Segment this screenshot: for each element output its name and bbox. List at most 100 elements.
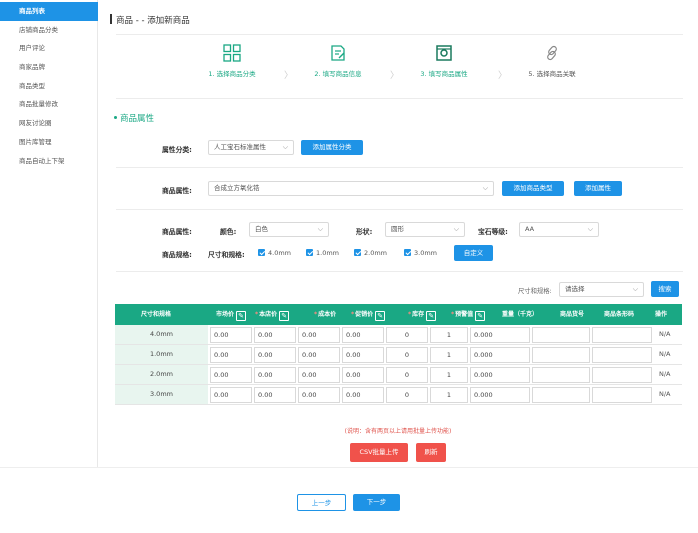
stock-input[interactable]: 0: [386, 367, 428, 383]
shop-price-input[interactable]: 0.00: [254, 367, 296, 383]
promo-price-input[interactable]: 0.00: [342, 327, 384, 343]
barcode-input[interactable]: [592, 347, 652, 363]
sidebar-item-shop-category[interactable]: 店铺商品分类: [0, 21, 97, 40]
stock-input[interactable]: 0: [386, 387, 428, 403]
market-price-input[interactable]: 0.00: [210, 347, 252, 363]
step-arrow-icon: 〉: [498, 71, 508, 81]
attr-category-select[interactable]: 人工宝石标准属性 ⌵: [208, 140, 294, 155]
sidebar-item-auto-shelf[interactable]: 商品自动上下架: [0, 152, 97, 171]
step-arrow-icon: 〉: [284, 71, 294, 81]
add-attribute-button[interactable]: 添加属性: [574, 181, 622, 196]
steps-divider: [116, 98, 683, 99]
market-price-input[interactable]: 0.00: [210, 367, 252, 383]
edit-icon[interactable]: ✎: [426, 311, 437, 321]
barcode-input[interactable]: [592, 387, 652, 403]
sidebar-item-product-list[interactable]: 商品列表: [0, 2, 98, 21]
spec-checkbox-3mm[interactable]: 3.0mm: [404, 249, 437, 257]
cost-price-input[interactable]: 0.00: [298, 387, 340, 403]
market-price-input[interactable]: 0.00: [210, 387, 252, 403]
cost-price-input[interactable]: 0.00: [298, 327, 340, 343]
stock-input[interactable]: 0: [386, 347, 428, 363]
spec-checkbox-4mm[interactable]: 4.0mm: [258, 249, 291, 257]
product-attr-select[interactable]: 合成立方氧化锆 ⌵: [208, 181, 494, 196]
sidebar-item-product-types[interactable]: 商品类型: [0, 77, 97, 96]
weight-input[interactable]: 0.000: [470, 367, 530, 383]
th-action: 操作: [655, 311, 668, 318]
divider: [116, 209, 683, 210]
cost-price-input[interactable]: 0.00: [298, 367, 340, 383]
step-select-category[interactable]: 1. 选择商品分类: [192, 44, 272, 78]
warning-input[interactable]: 1: [430, 347, 468, 363]
grade-label: 宝石等级:: [478, 228, 508, 236]
promo-price-input[interactable]: 0.00: [342, 367, 384, 383]
edit-icon[interactable]: ✎: [375, 311, 386, 321]
step-fill-attributes[interactable]: 3. 填写商品属性: [404, 44, 484, 78]
th-sku: 商品货号: [560, 311, 585, 318]
spec-table: 尺寸和规格 市场价 ✎ *本店价 ✎ *成本价 *促销价 ✎ *库存 ✎ *预警值 ✎ 重…: [115, 304, 682, 405]
chevron-down-icon: ⌵: [587, 225, 593, 233]
chevron-down-icon: ⌵: [317, 225, 323, 233]
barcode-input[interactable]: [592, 367, 652, 383]
promo-price-input[interactable]: 0.00: [342, 347, 384, 363]
shop-price-input[interactable]: 0.00: [254, 327, 296, 343]
add-product-type-button[interactable]: 添加商品类型: [502, 181, 564, 196]
spec-checkbox-2mm[interactable]: 2.0mm: [354, 249, 387, 257]
row-action: N/A: [659, 350, 671, 358]
edit-icon[interactable]: ✎: [279, 311, 290, 321]
edit-icon[interactable]: ✎: [236, 311, 247, 321]
color-label: 颜色:: [220, 228, 237, 236]
shape-select[interactable]: 圆形 ⌵: [385, 222, 465, 237]
sidebar-item-user-comments[interactable]: 用户评论: [0, 39, 97, 58]
weight-input[interactable]: 0.000: [470, 387, 530, 403]
next-step-button[interactable]: 下一步: [353, 494, 400, 511]
csv-upload-button[interactable]: CSV批量上传: [350, 443, 408, 462]
promo-price-input[interactable]: 0.00: [342, 387, 384, 403]
shop-price-input[interactable]: 0.00: [254, 347, 296, 363]
sidebar-item-discussion[interactable]: 网友讨论圈: [0, 114, 97, 133]
stock-input[interactable]: 0: [386, 327, 428, 343]
shop-price-input[interactable]: 0.00: [254, 387, 296, 403]
warning-input[interactable]: 1: [430, 327, 468, 343]
weight-input[interactable]: 0.000: [470, 327, 530, 343]
checkbox-checked-icon: [306, 249, 313, 256]
barcode-input[interactable]: [592, 327, 652, 343]
step-arrow-icon: 〉: [390, 71, 400, 81]
attr-values-label: 商品属性:: [162, 228, 192, 236]
grade-select[interactable]: AA ⌵: [519, 222, 599, 237]
attr-category-label: 属性分类:: [162, 146, 192, 154]
weight-input[interactable]: 0.000: [470, 347, 530, 363]
sidebar-item-brands[interactable]: 商家品牌: [0, 58, 97, 77]
section-title: 商品属性: [113, 114, 155, 124]
refresh-button[interactable]: 刷新: [416, 443, 446, 462]
edit-icon[interactable]: ✎: [475, 311, 486, 321]
sku-input[interactable]: [532, 387, 590, 403]
sku-input[interactable]: [532, 347, 590, 363]
market-price-input[interactable]: 0.00: [210, 327, 252, 343]
spec-checkbox-1mm[interactable]: 1.0mm: [306, 249, 339, 257]
prev-step-button[interactable]: 上一步: [297, 494, 346, 511]
main-content: 商品 - - 添加新商品 1. 选择商品分类 〉 2. 填写商品信息 〉 3. …: [98, 0, 698, 467]
sidebar-item-image-library[interactable]: 图片库管理: [0, 133, 97, 152]
search-button[interactable]: 搜索: [651, 281, 679, 297]
add-attr-category-button[interactable]: 添加属性分类: [301, 140, 363, 155]
th-shop-price: *本店价 ✎: [255, 304, 290, 325]
step-fill-info[interactable]: 2. 填写商品信息: [298, 44, 378, 78]
row-action: N/A: [659, 370, 671, 378]
divider: [116, 271, 683, 272]
custom-spec-button[interactable]: 自定义: [454, 245, 493, 261]
footer-bar: 上一步 下一步: [0, 467, 698, 533]
sku-input[interactable]: [532, 367, 590, 383]
sku-input[interactable]: [532, 327, 590, 343]
cost-price-input[interactable]: 0.00: [298, 347, 340, 363]
table-row: 1.0mm 0.00 0.00 0.00 0.00 0 1 0.000 N/A: [115, 345, 682, 365]
sidebar-item-batch-edit[interactable]: 商品批量修改: [0, 95, 97, 114]
shape-label: 形状:: [356, 228, 373, 236]
filter-select[interactable]: 请选择 ⌵: [559, 282, 644, 297]
checkbox-checked-icon: [354, 249, 361, 256]
warning-input[interactable]: 1: [430, 387, 468, 403]
warning-input[interactable]: 1: [430, 367, 468, 383]
title-divider: [116, 34, 683, 35]
chevron-down-icon: ⌵: [282, 143, 288, 151]
step-select-relations[interactable]: 5. 选择商品关联: [512, 44, 592, 78]
color-select[interactable]: 白色 ⌵: [249, 222, 329, 237]
